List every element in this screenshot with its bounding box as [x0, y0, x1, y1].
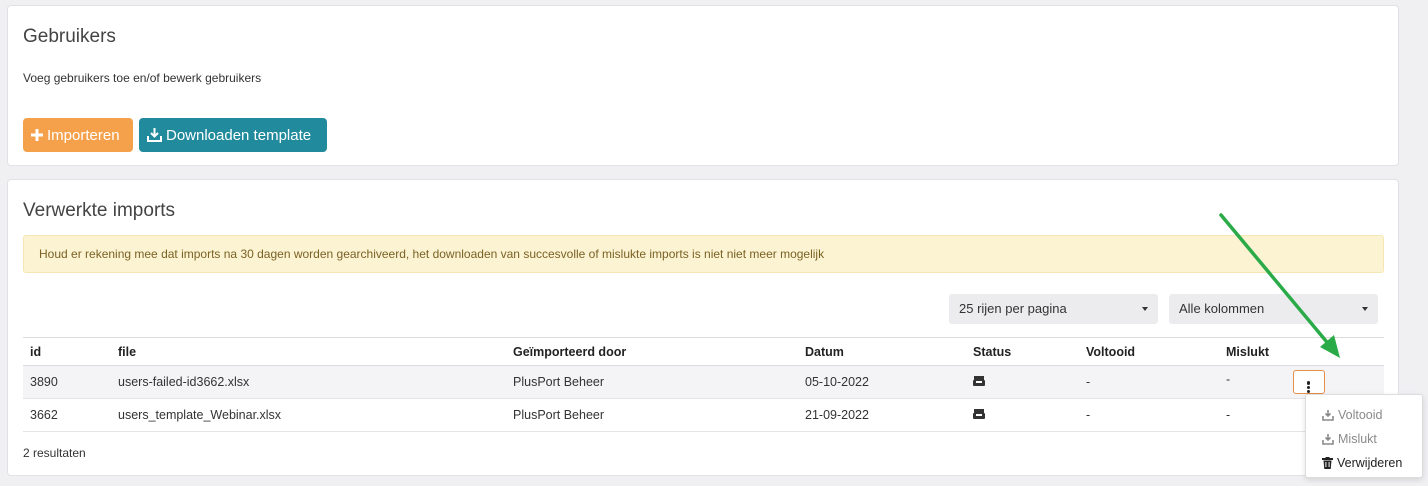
cell-file: users-failed-id3662.xlsx	[111, 365, 506, 399]
cell-imported-by: PlusPort Beheer	[506, 398, 798, 432]
cell-file: users_template_Webinar.xlsx	[111, 398, 506, 432]
cell-date: 05-10-2022	[798, 365, 966, 399]
row-actions-menu: Voltooid Mislukt Verwijderen	[1305, 394, 1423, 478]
download-template-label: Downloaden template	[166, 126, 312, 144]
cell-failed-value: -	[1226, 372, 1231, 387]
cell-id: 3890	[23, 365, 111, 399]
cell-status	[966, 398, 1079, 432]
menu-item-completed-label: Voltooid	[1338, 408, 1383, 422]
columns-value: Alle kolommen	[1179, 301, 1265, 316]
users-card: Gebruikers Voeg gebruikers toe en/of bew…	[7, 5, 1399, 166]
menu-item-failed-label: Mislukt	[1338, 432, 1377, 446]
kebab-icon	[1307, 380, 1311, 393]
plus-icon	[31, 129, 43, 141]
cell-id: 3662	[23, 398, 111, 432]
archive-alert: Houd er rekening mee dat imports na 30 d…	[23, 235, 1384, 273]
cell-completed: -	[1079, 365, 1219, 399]
download-icon	[1322, 433, 1334, 445]
col-header-failed[interactable]: Mislukt	[1219, 337, 1384, 366]
menu-item-completed[interactable]: Voltooid	[1306, 403, 1422, 427]
download-template-button[interactable]: Downloaden template	[139, 118, 327, 152]
users-title: Gebruikers	[23, 26, 116, 47]
cell-date: 21-09-2022	[798, 398, 966, 432]
users-subtitle: Voeg gebruikers toe en/of bewerk gebruik…	[23, 71, 262, 85]
inbox-icon	[973, 409, 985, 419]
columns-select[interactable]: Alle kolommen	[1169, 294, 1378, 324]
imports-table: id file Geïmporteerd door Datum Status V…	[23, 337, 1384, 432]
cell-status	[966, 365, 1079, 399]
download-icon	[1322, 409, 1334, 421]
import-button[interactable]: Importeren	[23, 118, 133, 152]
col-header-id[interactable]: id	[23, 337, 111, 366]
col-header-imported-by[interactable]: Geïmporteerd door	[506, 337, 798, 366]
table-row[interactable]: 3890 users-failed-id3662.xlsx PlusPort B…	[23, 365, 1384, 399]
table-row[interactable]: 3662 users_template_Webinar.xlsx PlusPor…	[23, 398, 1384, 432]
download-icon	[147, 128, 162, 142]
imports-card: Verwerkte imports Houd er rekening mee d…	[7, 179, 1399, 476]
cell-imported-by: PlusPort Beheer	[506, 365, 798, 399]
import-button-label: Importeren	[47, 126, 120, 144]
row-actions-button[interactable]	[1292, 370, 1325, 394]
cell-completed: -	[1079, 398, 1219, 432]
rows-per-page-select[interactable]: 25 rijen per pagina	[949, 294, 1158, 324]
results-count: 2 resultaten	[23, 446, 86, 460]
col-header-status[interactable]: Status	[966, 337, 1079, 366]
col-header-date[interactable]: Datum	[798, 337, 966, 366]
menu-item-delete[interactable]: Verwijderen	[1306, 451, 1422, 475]
menu-item-delete-label: Verwijderen	[1337, 456, 1403, 470]
imports-title: Verwerkte imports	[23, 200, 176, 221]
caret-down-icon	[1142, 307, 1148, 311]
menu-item-failed[interactable]: Mislukt	[1306, 427, 1422, 451]
caret-down-icon	[1362, 307, 1368, 311]
trash-icon	[1322, 457, 1333, 469]
col-header-completed[interactable]: Voltooid	[1079, 337, 1219, 366]
rows-per-page-value: 25 rijen per pagina	[959, 301, 1067, 316]
table-header-row: id file Geïmporteerd door Datum Status V…	[23, 337, 1384, 366]
inbox-icon	[973, 376, 985, 386]
col-header-file[interactable]: file	[111, 337, 506, 366]
